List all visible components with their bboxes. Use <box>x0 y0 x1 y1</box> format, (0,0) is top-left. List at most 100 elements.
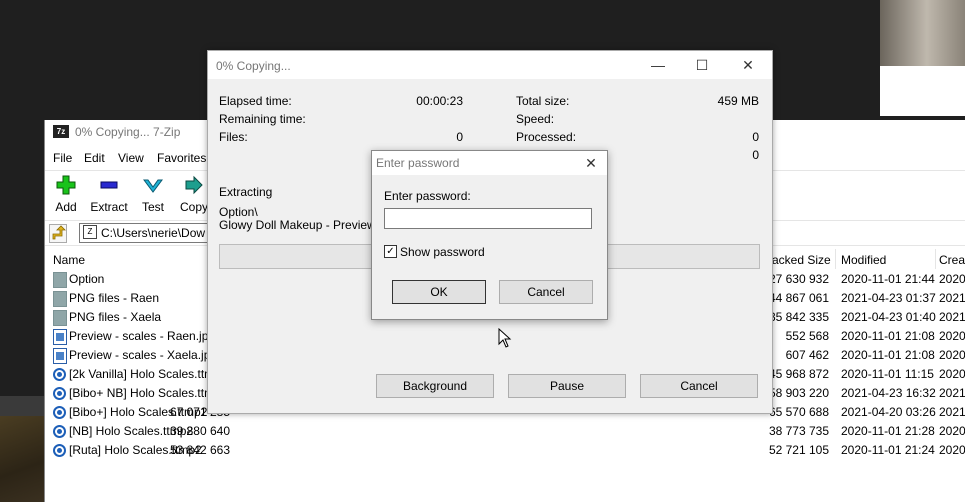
packed-size: 44 867 061 <box>768 291 829 305</box>
file-name: [2k Vanilla] Holo Scales.ttmp2 <box>69 367 228 381</box>
file-name: Option <box>69 272 105 286</box>
menu-file[interactable]: File <box>53 151 72 165</box>
packed-size: 552 568 <box>785 329 829 343</box>
files-label: Files: <box>219 130 248 144</box>
image-file-icon <box>53 329 67 345</box>
menu-view[interactable]: View <box>118 151 144 165</box>
password-input[interactable] <box>384 208 592 229</box>
address-text: C:\Users\nerie\Dow <box>101 226 206 240</box>
processed-value: 0 <box>752 130 759 144</box>
total-size-label: Total size: <box>516 94 570 108</box>
column-modified[interactable]: Modified <box>841 253 886 267</box>
password-prompt: Enter password: <box>384 189 471 203</box>
packed-size: 35 842 335 <box>768 310 829 324</box>
ttmp-file-icon <box>53 425 66 438</box>
cancel-button[interactable]: Cancel <box>640 374 758 398</box>
folder-icon <box>53 291 67 307</box>
password-dialog-title-bar[interactable]: Enter password ✕ <box>372 151 607 175</box>
compressed-value: 0 <box>752 148 759 162</box>
file-size: 53 842 663 <box>169 443 230 457</box>
pause-button[interactable]: Pause <box>508 374 626 398</box>
list-item[interactable]: [Ruta] Holo Scales.ttmp2 53 842 663 52 721… <box>45 441 965 460</box>
close-icon[interactable]: ✕ <box>726 51 770 79</box>
menu-edit[interactable]: Edit <box>84 151 105 165</box>
test-label: Test <box>141 200 164 214</box>
column-name[interactable]: Name <box>53 253 85 267</box>
archive-icon: Z <box>83 225 97 239</box>
column-separator[interactable] <box>835 249 836 269</box>
created-date: 2020 <box>939 424 965 438</box>
created-date: 2021 <box>939 386 965 400</box>
menu-favorites[interactable]: Favorites <box>157 151 206 165</box>
packed-size: 607 462 <box>785 348 829 362</box>
minus-icon <box>100 181 118 189</box>
mouse-cursor-icon <box>498 328 512 348</box>
ttmp-file-icon <box>53 387 66 400</box>
elapsed-value: 00:00:23 <box>416 94 463 108</box>
modified-date: 2020-11-01 11:15 <box>841 367 934 381</box>
7zip-logo-icon: 7z <box>53 125 69 138</box>
window-title: 0% Copying... 7-Zip <box>75 125 181 139</box>
current-path-2: Glowy Doll Makeup - Preview.UP <box>219 218 396 232</box>
ttmp-file-icon <box>53 406 66 419</box>
desktop-wallpaper-left <box>0 396 45 502</box>
image-file-icon <box>53 348 67 364</box>
show-password-label[interactable]: Show password <box>400 245 485 259</box>
current-path-1: Option\ <box>219 205 258 219</box>
password-cancel-button[interactable]: Cancel <box>499 280 593 304</box>
file-name: Preview - scales - Raen.jpg <box>69 329 216 343</box>
copy-label: Copy <box>179 200 208 214</box>
arrow-right-icon <box>185 175 203 195</box>
created-date: 2020 <box>939 367 965 381</box>
close-icon[interactable]: ✕ <box>580 153 602 173</box>
created-date: 2021 <box>939 310 965 324</box>
file-name: PNG files - Xaela <box>69 310 162 324</box>
packed-size: 58 903 220 <box>768 386 829 400</box>
password-dialog: Enter password ✕ Enter password: ✓ Show … <box>371 150 608 320</box>
folder-up-button[interactable] <box>49 224 67 243</box>
column-created[interactable]: Crea <box>939 253 965 267</box>
password-dialog-title: Enter password <box>376 156 460 170</box>
extract-label: Extract <box>90 200 128 214</box>
created-date: 2020 <box>939 329 965 343</box>
add-button[interactable]: Add <box>49 173 83 215</box>
modified-date: 2020-11-01 21:24 <box>841 443 935 457</box>
total-size-value: 459 MB <box>717 94 759 108</box>
packed-size: 65 570 688 <box>768 405 829 419</box>
packed-size: 52 721 105 <box>768 443 829 457</box>
modified-date: 2020-11-01 21:44 <box>841 272 935 286</box>
list-item[interactable]: [NB] Holo Scales.ttmp2 39 880 640 38 773 7… <box>45 422 965 441</box>
remaining-label: Remaining time: <box>219 112 306 126</box>
column-separator[interactable] <box>935 249 936 269</box>
maximize-icon[interactable]: ☐ <box>680 51 724 79</box>
folder-up-icon <box>52 225 66 240</box>
modified-date: 2021-04-23 01:37 <box>841 291 936 305</box>
folder-icon <box>53 272 67 288</box>
packed-size: 38 773 735 <box>768 424 829 438</box>
file-name: [Bibo+ NB] Holo Scales.ttmp2 <box>69 386 228 400</box>
background-button[interactable]: Background <box>376 374 494 398</box>
ok-button[interactable]: OK <box>392 280 486 304</box>
test-button[interactable]: Test <box>137 173 169 215</box>
packed-size: 45 968 872 <box>768 367 829 381</box>
extract-button[interactable]: Extract <box>87 173 131 215</box>
folder-icon <box>53 310 67 326</box>
wallpaper-image <box>0 416 45 502</box>
modified-date: 2021-04-20 03:26 <box>841 405 936 419</box>
add-label: Add <box>55 200 77 214</box>
modified-date: 2021-04-23 16:32 <box>841 386 936 400</box>
file-size: 39 880 640 <box>169 424 230 438</box>
minimize-icon[interactable]: — <box>636 51 680 79</box>
created-date: 2020 <box>939 348 965 362</box>
background-window-panel <box>880 66 965 116</box>
plus-icon <box>56 175 76 195</box>
dialog-title: 0% Copying... <box>216 59 291 73</box>
column-packed-size[interactable]: Packed Size <box>764 253 831 267</box>
created-date: 2020 <box>939 272 965 286</box>
created-date: 2020 <box>939 443 965 457</box>
copy-button[interactable]: Copy <box>177 173 211 215</box>
show-password-checkbox[interactable]: ✓ <box>384 245 397 258</box>
file-name: PNG files - Raen <box>69 291 160 305</box>
elapsed-label: Elapsed time: <box>219 94 292 108</box>
dialog-title-bar[interactable]: 0% Copying... — ☐ ✕ <box>208 51 772 79</box>
